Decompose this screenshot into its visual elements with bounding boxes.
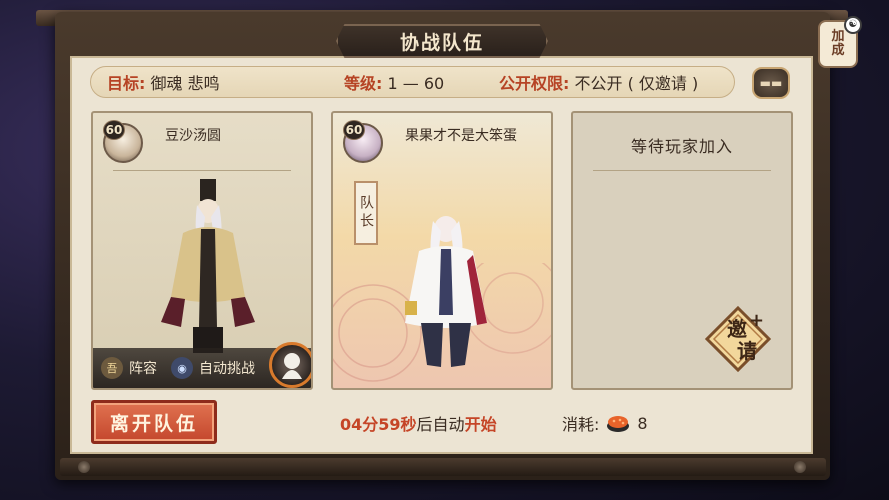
cost-value: 8: [637, 413, 648, 433]
level-value: 1 — 60: [387, 74, 445, 93]
member-card-1[interactable]: 60 豆沙汤圆 吾 阵容 ◉ 自动挑战: [91, 111, 313, 390]
level-badge: 60: [343, 120, 365, 140]
player-name: 豆沙汤圆: [165, 128, 221, 144]
title-plaque: 协战队伍: [336, 24, 548, 58]
divider: [593, 170, 771, 171]
bolt-right: [794, 461, 806, 473]
lineup-label: 阵容: [129, 361, 157, 377]
svg-text:邀: 邀: [727, 317, 747, 341]
doll-icon: [282, 353, 302, 379]
page-title: 协战队伍: [399, 31, 484, 54]
svg-text:请: 请: [737, 339, 757, 363]
level-badge: 60: [103, 120, 125, 140]
invite-icon: 邀 请 +: [704, 305, 772, 373]
auto-challenge-toggle[interactable]: ◉ 自动挑战: [171, 357, 255, 379]
buff-label-1: 加: [831, 29, 845, 44]
lineup-icon: 吾: [101, 357, 123, 379]
invite-button[interactable]: 邀 请 +: [704, 305, 772, 373]
svg-text:+: +: [749, 310, 764, 331]
waiting-label: 等待玩家加入: [630, 137, 733, 156]
permission-label: 公开权限:: [499, 74, 570, 93]
level-label: 等级:: [344, 74, 383, 93]
cost-info: 消耗: 8: [562, 411, 648, 435]
buff-label-2: 成: [831, 43, 845, 58]
cost-label: 消耗:: [562, 415, 600, 434]
target-info: 目标: 御魂 悲鸣: [107, 70, 220, 94]
target-value: 御魂 悲鸣: [150, 74, 220, 93]
character-figure: [405, 216, 487, 367]
leave-team-button[interactable]: 离开队伍: [91, 400, 217, 444]
player-name: 果果才不是大笨蛋: [405, 128, 517, 144]
countdown-time: 04分59秒: [340, 415, 417, 434]
tomoe-icon: ☯: [844, 16, 862, 34]
tomoe-icon: ◉: [171, 357, 193, 379]
bolt-left: [78, 461, 90, 473]
captain-tag: 队长: [354, 181, 378, 245]
buff-button[interactable]: ☯ 加 成: [818, 16, 862, 68]
countdown-action: 开始: [464, 415, 497, 434]
chat-button[interactable]: ▬▬: [752, 67, 790, 99]
character-figure: [161, 179, 255, 353]
lineup-button[interactable]: 吾 阵容: [101, 357, 157, 379]
auto-challenge-button[interactable]: [269, 342, 311, 388]
level-info: 等级: 1 — 60: [344, 70, 444, 94]
chat-icon: ▬▬: [759, 76, 783, 90]
auto-challenge-label: 自动挑战: [199, 361, 255, 377]
team-info-bar: 目标: 御魂 悲鸣 等级: 1 — 60 公开权限: 不公开 ( 仅邀请 ): [90, 66, 735, 98]
divider: [113, 170, 291, 171]
countdown-text: 04分59秒后自动开始: [340, 411, 497, 435]
frame-bottom-bar: [60, 458, 826, 476]
permission-info: 公开权限: 不公开 ( 仅邀请 ): [499, 70, 698, 94]
sushi-icon: [607, 416, 630, 432]
permission-value: 不公开 ( 仅邀请 ): [574, 74, 699, 93]
member-card-2[interactable]: 60 果果才不是大笨蛋 队长: [331, 111, 553, 390]
target-label: 目标:: [107, 74, 146, 93]
countdown-mid: 后自动: [416, 415, 465, 434]
